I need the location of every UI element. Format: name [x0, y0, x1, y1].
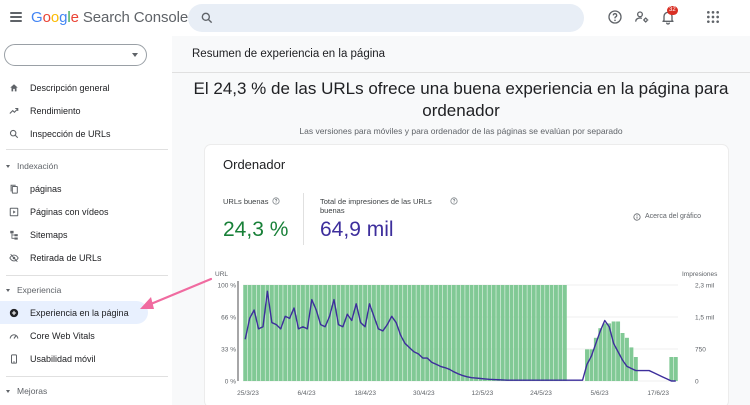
impressions-label-line-2: buenas: [320, 206, 345, 215]
search-input[interactable]: [188, 4, 584, 32]
card-title: Ordenador: [223, 157, 286, 172]
sidebar-item-label: Experiencia en la página: [30, 307, 129, 318]
section-indexacion[interactable]: Indexación: [6, 161, 58, 171]
chevron-down-icon: [132, 53, 138, 57]
sidebar-item-label: páginas: [30, 183, 62, 194]
sidebar-item-label: Sitemaps: [30, 229, 68, 240]
info-icon: [633, 213, 641, 221]
sidebar-divider: [6, 275, 168, 276]
chevron-down-icon: [6, 389, 10, 393]
chevron-down-icon: [6, 164, 10, 168]
logo-letter: o: [50, 9, 60, 26]
section-label: Mejoras: [17, 386, 48, 396]
sidebar-item-label: Core Web Vitals: [30, 330, 95, 341]
sidebar-divider: [6, 149, 168, 150]
headline: El 24,3 % de las URLs ofrece una buena e…: [172, 78, 750, 122]
section-label: Indexación: [17, 161, 59, 171]
sidebar-item-mobile-usability[interactable]: Usabilidad móvil: [0, 347, 148, 370]
sidebar-item-label: Retirada de URLs: [30, 252, 102, 263]
help-icon[interactable]: [607, 9, 623, 25]
notification-badge: 32: [667, 6, 678, 15]
sidebar-item-removals[interactable]: Retirada de URLs: [0, 246, 148, 269]
search-icon: [9, 129, 19, 138]
visibility-off-icon: [9, 253, 19, 262]
main-content: Resumen de experiencia en la página El 2…: [172, 36, 750, 405]
search-console-logo[interactable]: Google Search Console: [31, 9, 188, 26]
impressions-label: Total de impresiones de las URLs buenas: [320, 197, 450, 215]
search-icon: [201, 12, 213, 24]
trending-up-icon: [9, 107, 19, 114]
sidebar-item-label: Usabilidad móvil: [30, 353, 96, 364]
property-selector[interactable]: [4, 44, 147, 66]
sidebar-item-url-inspection[interactable]: Inspección de URLs: [0, 122, 148, 145]
section-mejoras[interactable]: Mejoras: [6, 386, 47, 396]
logo-letter: o: [42, 9, 51, 26]
sidebar-item-sitemaps[interactable]: Sitemaps: [0, 223, 148, 246]
help-outline-icon[interactable]: [450, 197, 458, 205]
logo-letter: G: [31, 9, 43, 26]
top-bar: Google Search Console 32: [0, 0, 750, 36]
section-label: Experiencia: [17, 285, 62, 295]
sidebar-item-pages[interactable]: páginas: [0, 177, 148, 200]
home-icon: [10, 83, 18, 91]
desktop-card: Ordenador URLs buenas 24,3 % Total de im…: [205, 145, 728, 405]
menu-icon[interactable]: [10, 12, 22, 22]
sidebar-item-label: Rendimiento: [30, 105, 81, 116]
file-copy-icon: [10, 184, 18, 194]
apps-grid-icon[interactable]: [705, 9, 721, 25]
smartphone-icon: [11, 353, 17, 364]
title-divider: [172, 72, 750, 73]
headline-line-1: El 24,3 % de las URLs ofrece una buena e…: [193, 79, 729, 98]
sidebar-item-label: Descripción general: [30, 82, 110, 93]
sidebar: Descripción general Rendimiento Inspecci…: [0, 36, 172, 405]
section-experiencia[interactable]: Experiencia: [6, 285, 61, 295]
logo-letter: e: [70, 9, 79, 26]
impressions-value: 64,9 mil: [320, 218, 394, 241]
headline-line-2: ordenador: [422, 101, 500, 120]
speed-icon: [9, 333, 19, 339]
add-circle-icon: [9, 308, 19, 317]
sidebar-item-label: Inspección de URLs: [30, 128, 111, 139]
sidebar-item-label: Páginas con vídeos: [30, 206, 109, 217]
subheadline: Las versiones para móviles y para ordena…: [299, 126, 623, 136]
sidebar-item-overview[interactable]: Descripción general: [0, 76, 148, 99]
impressions-label-line-1: Total de impresiones de las URLs: [320, 197, 432, 206]
manage-accounts-icon[interactable]: [634, 9, 650, 25]
sidebar-item-page-experience[interactable]: Experiencia en la página: [0, 301, 148, 324]
chevron-down-icon: [6, 288, 10, 292]
sidebar-item-core-web-vitals[interactable]: Core Web Vitals: [0, 324, 148, 347]
sidebar-item-video-pages[interactable]: Páginas con vídeos: [0, 200, 148, 223]
metric-divider: [303, 193, 304, 245]
sitemap-icon: [10, 230, 18, 240]
about-chart-link[interactable]: Acerca del gráfico: [645, 213, 701, 220]
video-page-icon: [9, 207, 19, 216]
good-urls-value: 24,3 %: [223, 218, 289, 241]
good-urls-label: URLs buenas: [223, 197, 269, 206]
sidebar-divider: [6, 376, 168, 377]
product-name: Search Console: [82, 9, 189, 26]
sidebar-item-performance[interactable]: Rendimiento: [0, 99, 148, 122]
help-outline-icon[interactable]: [272, 197, 280, 205]
page-title: Resumen de experiencia en la página: [192, 48, 386, 60]
